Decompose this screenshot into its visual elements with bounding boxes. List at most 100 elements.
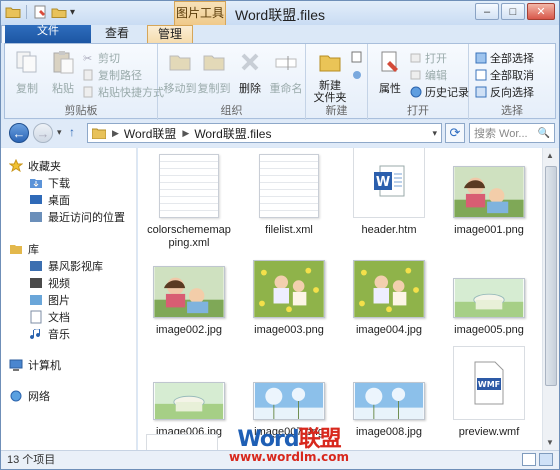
edit-label: 编辑 [425,70,447,82]
nav-libraries[interactable]: 库 [9,241,39,257]
file-item-partial[interactable] [146,434,218,450]
file-item[interactable]: image004.jpg [346,258,432,337]
easy-access-icon[interactable] [350,68,364,82]
cut-button[interactable]: ✂ 剪切 [83,50,120,66]
copy-label: 复制 [16,83,38,95]
scroll-down-icon[interactable]: ▼ [546,438,554,447]
nav-computer[interactable]: 计算机 [9,357,61,373]
select-none-label: 全部取消 [490,70,534,82]
copy-button[interactable]: 复制 [9,49,45,96]
vertical-scrollbar[interactable]: ▲ ▼ [542,148,559,450]
file-item[interactable]: image008.jpg [346,360,432,439]
properties-label: 属性 [379,83,401,95]
rename-button[interactable]: 重命名 [268,49,304,96]
nav-item-videos[interactable]: 视频 [29,275,70,291]
select-none-button[interactable]: 全部取消 [475,67,534,83]
file-item[interactable]: image001.png [446,158,532,237]
new-folder-button[interactable]: 新建 文件夹 [310,49,350,104]
recent-locations-chevron-icon[interactable]: ▾ [57,127,62,138]
nav-item-music[interactable]: 音乐 [29,326,70,342]
up-arrow-icon[interactable]: ↑ [69,125,75,139]
file-item[interactable]: image003.png [246,258,332,337]
file-name: header.htm [361,224,417,236]
open-icon [410,53,421,63]
breadcrumb-separator-icon[interactable]: ▶ [182,128,189,139]
address-dropdown-icon[interactable]: ▾ [432,128,437,139]
scroll-up-icon[interactable]: ▲ [546,151,554,160]
file-item[interactable]: colorschememapping.xml [146,154,232,250]
nav-item-documents[interactable]: 文档 [29,309,70,325]
nav-item-label: 桌面 [48,195,70,207]
select-all-button[interactable]: 全部选择 [475,50,534,66]
search-box[interactable]: 搜索 Wor... 🔍 [469,123,555,143]
file-item[interactable]: image002.jpg [146,258,232,337]
scissors-icon: ✂ [83,53,93,65]
paste-shortcut-icon [83,86,93,98]
breadcrumb-separator-icon[interactable]: ▶ [112,128,119,139]
nav-item-storm-library[interactable]: 暴风影视库 [29,258,103,274]
kids-photo-thumbnail [153,266,225,318]
minimize-button[interactable]: – [475,3,499,20]
maximize-button[interactable]: □ [501,3,525,20]
forward-button[interactable]: → [33,123,53,143]
history-button[interactable]: 历史记录 [410,84,469,100]
edit-icon [410,70,421,80]
kids-photo-thumbnail [453,166,525,218]
search-icon[interactable]: 🔍 [538,128,550,139]
tab-file[interactable]: 文件 [5,25,91,43]
refresh-icon: ⟳ [449,125,461,140]
back-button[interactable]: ← [9,123,29,143]
file-name: image002.jpg [155,324,223,336]
large-icons-view-icon[interactable] [539,453,553,466]
file-item[interactable]: WMF preview.wmf [446,340,532,439]
select-all-icon [475,52,487,64]
watermark-brand: Word [237,427,299,452]
file-name: image004.jpg [355,324,423,336]
tab-manage[interactable]: 管理 [147,25,194,43]
file-item[interactable]: filelist.xml [246,154,332,237]
nav-item-label: 音乐 [48,329,70,341]
nav-item-downloads[interactable]: 下载 [29,175,70,191]
nav-item-label: 最近访问的位置 [48,212,125,224]
nav-item-pictures[interactable]: 图片 [29,292,70,308]
nav-item-label: 暴风影视库 [48,261,103,273]
teacup-photo-thumbnail [153,382,225,420]
breadcrumb-item-current[interactable]: Word联盟.files [194,125,271,142]
scrollbar-thumb[interactable] [545,166,557,386]
copy-path-button[interactable]: 复制路径 [83,67,142,83]
breadcrumb-item[interactable]: Word联盟 [124,125,176,142]
open-group-label: 打开 [407,105,429,117]
refresh-button[interactable]: ⟳ [445,123,465,143]
address-bar[interactable]: ▶ Word联盟 ▶ Word联盟.files ▾ [87,123,442,143]
wmf-file-icon: WMF [453,346,525,420]
teacup-photo-thumbnail [453,278,525,318]
properties-button[interactable]: 属性 [372,49,408,96]
invert-selection-button[interactable]: 反向选择 [475,84,534,100]
delete-button[interactable]: 删除 [232,49,268,96]
desktop-icon [30,195,42,204]
navigation-pane: 收藏夹 下载 桌面 最近访问的位置 库 暴风影视库 视频 图片 文档 音乐 计算… [1,148,137,450]
watermark-logo: Word联盟 www.wordlm.com [229,429,349,464]
file-item[interactable]: image005.png [446,258,532,337]
nav-favorites[interactable]: 收藏夹 [9,158,61,174]
svg-text:W: W [376,175,390,190]
details-view-icon[interactable] [522,453,536,466]
new-item-icon[interactable] [350,50,364,64]
tab-view[interactable]: 查看 [95,25,139,43]
file-item[interactable]: image006.jpg [146,360,232,439]
nav-item-desktop[interactable]: 桌面 [29,192,70,208]
open-button[interactable]: 打开 [410,50,447,66]
nav-item-recent-places[interactable]: 最近访问的位置 [29,209,125,225]
file-item[interactable]: W header.htm [346,148,432,237]
nav-network[interactable]: 网络 [9,388,50,404]
copy-to-button[interactable]: 复制到 [196,49,232,96]
edit-button[interactable]: 编辑 [410,67,447,83]
history-icon [410,86,422,98]
move-to-button[interactable]: 移动到 [162,49,198,96]
paste-button[interactable]: 粘贴 [45,49,81,96]
arrow-left-icon: ← [12,125,26,141]
paste-icon [53,51,74,74]
close-button[interactable]: ✕ [527,3,555,20]
paste-shortcut-button[interactable]: 粘贴快捷方式 [83,84,164,100]
flower-field-photo-thumbnail [253,260,325,318]
